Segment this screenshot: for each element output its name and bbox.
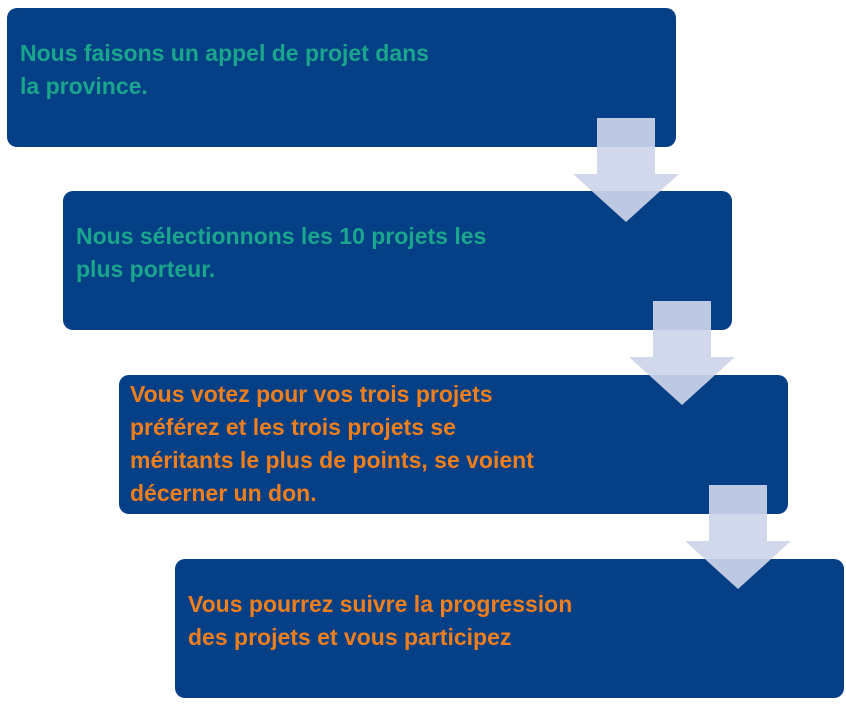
down-arrow-icon <box>629 301 735 405</box>
step-1-text: Nous faisons un appel de projet dans la … <box>20 39 429 99</box>
step-2-text: Nous sélectionnons les 10 projets les pl… <box>76 222 487 282</box>
down-arrow-icon <box>685 485 791 589</box>
down-arrow-icon <box>573 118 679 222</box>
step-4-text: Vous pourrez suivre la progression des p… <box>188 590 573 650</box>
step-3-text: Vous votez pour vos trois projets préfér… <box>130 380 534 506</box>
